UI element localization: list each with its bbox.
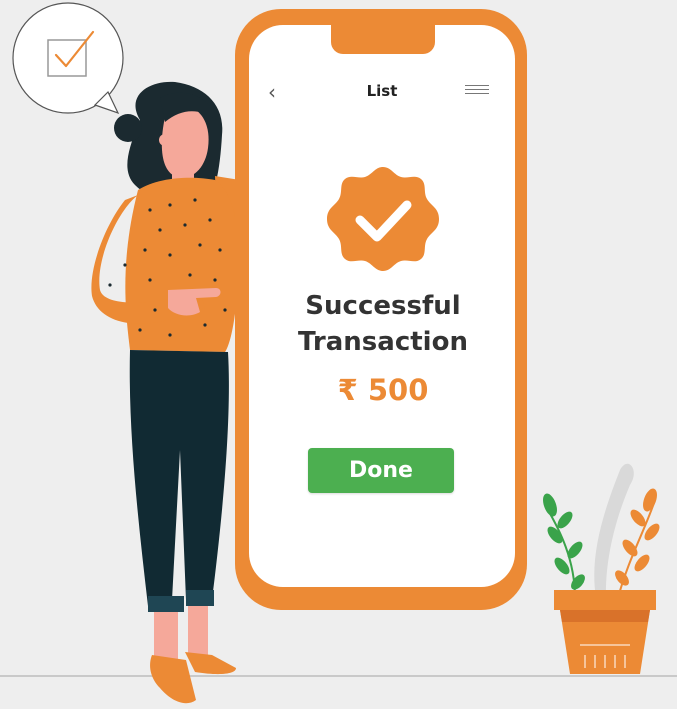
phone-notch <box>331 20 435 54</box>
speech-bubble <box>12 2 124 115</box>
illustration-scene: ‹ List Successful Transaction ₹ 500 Done <box>0 0 677 709</box>
plant-pot <box>543 463 660 674</box>
success-message: Successful Transaction <box>280 288 486 360</box>
back-button[interactable]: ‹ <box>262 80 282 104</box>
screen-title: List <box>366 82 398 100</box>
success-title-line1: Successful <box>305 291 461 321</box>
success-title-line2: Transaction <box>298 327 468 357</box>
verified-check-badge-icon <box>327 163 439 275</box>
hamburger-menu-icon <box>465 85 489 94</box>
chevron-left-icon: ‹ <box>268 80 276 104</box>
transaction-amount: ₹ 500 <box>337 373 429 407</box>
woman-figure <box>91 81 240 704</box>
menu-button[interactable] <box>465 82 489 100</box>
done-button[interactable]: Done <box>308 448 454 493</box>
